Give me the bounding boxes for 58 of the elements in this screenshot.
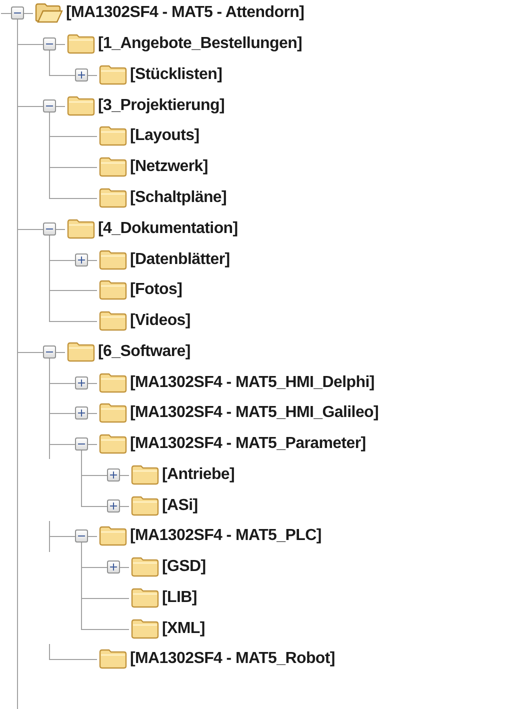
folder-label[interactable]: [4_Dokumentation]: [98, 216, 238, 241]
collapse-button[interactable]: [43, 222, 56, 236]
folder-label[interactable]: [MA1302SF4 - MAT5_Parameter]: [130, 432, 366, 456]
collapse-button[interactable]: [75, 438, 88, 451]
folder-icon: [67, 342, 95, 362]
folder-label[interactable]: [6_Software]: [98, 340, 190, 364]
folder-icon: [99, 649, 127, 670]
folder-label[interactable]: [Fotos]: [130, 278, 182, 302]
folder-icon: [131, 557, 159, 578]
folder-label[interactable]: [Videos]: [130, 309, 190, 334]
folder-icon: [67, 34, 95, 54]
collapse-button[interactable]: [43, 38, 56, 51]
folder-label[interactable]: [MA1302SF4 - MAT5_HMI_Delphi]: [130, 370, 374, 395]
folder-icon: [99, 403, 127, 424]
folder-label[interactable]: [LIB]: [162, 586, 197, 610]
collapse-button[interactable]: [43, 99, 56, 112]
expand-button[interactable]: [75, 253, 88, 266]
folder-icon: [99, 64, 127, 85]
expand-button[interactable]: [75, 68, 88, 82]
folder-icon: [99, 188, 127, 208]
expand-button[interactable]: [75, 406, 88, 420]
folder-icon: [99, 280, 127, 300]
folder-label[interactable]: [Stücklisten]: [130, 62, 222, 87]
open-folder-icon: [35, 3, 63, 24]
folder-icon: [131, 588, 159, 608]
expand-button[interactable]: [107, 468, 120, 482]
folder-label[interactable]: [Layouts]: [130, 124, 200, 148]
folder-label[interactable]: [ASi]: [162, 494, 198, 518]
folder-label[interactable]: [MA1302SF4 - MAT5_PLC]: [130, 524, 322, 548]
folder-label[interactable]: [MA1302SF4 - MAT5 - Attendorn]: [66, 1, 304, 26]
folder-label[interactable]: [Datenblätter]: [130, 248, 230, 272]
folder-label[interactable]: [3_Projektierung]: [98, 94, 224, 118]
folder-icon: [99, 126, 127, 146]
folder-icon: [131, 496, 159, 516]
folder-icon: [99, 526, 127, 546]
folder-label[interactable]: [GSD]: [162, 555, 206, 580]
collapse-button[interactable]: [75, 530, 88, 543]
folder-icon: [99, 434, 127, 454]
expand-button[interactable]: [75, 376, 88, 390]
expand-button[interactable]: [107, 560, 120, 574]
collapse-button[interactable]: [43, 345, 56, 358]
folder-label[interactable]: [Antriebe]: [162, 462, 235, 487]
expand-button[interactable]: [107, 499, 120, 512]
folder-icon: [131, 464, 159, 485]
folder-icon: [99, 311, 127, 332]
folder-icon: [99, 372, 127, 393]
folder-icon: [99, 250, 127, 270]
folder-label[interactable]: [MA1302SF4 - MAT5_Robot]: [130, 647, 335, 672]
folder-label[interactable]: [MA1302SF4 - MAT5_HMI_Galileo]: [130, 401, 379, 426]
folder-icon: [67, 96, 95, 116]
folder-icon: [67, 218, 95, 239]
folder-icon: [99, 157, 127, 178]
folder-label[interactable]: [Netzwerk]: [130, 155, 208, 180]
folder-label[interactable]: [XML]: [162, 616, 205, 641]
folder-icon: [131, 618, 159, 639]
collapse-button[interactable]: [11, 6, 24, 20]
folder-label[interactable]: [Schaltpläne]: [130, 186, 227, 210]
folder-label[interactable]: [1_Angebote_Bestellungen]: [98, 32, 302, 56]
